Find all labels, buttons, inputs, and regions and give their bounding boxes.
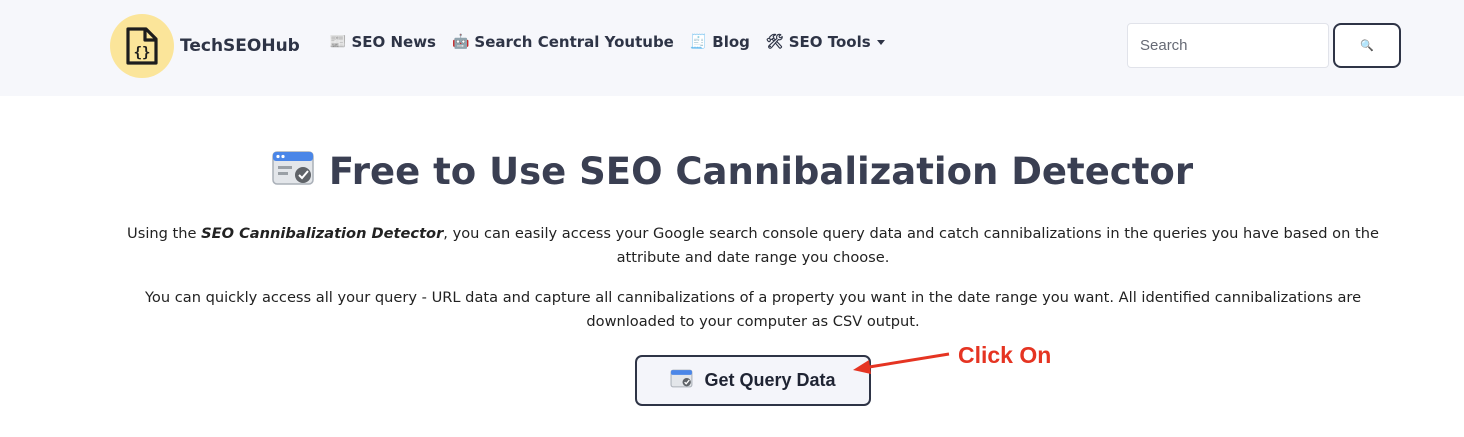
nav-item-label: Blog bbox=[712, 33, 750, 51]
cta-label: Get Query Data bbox=[704, 370, 836, 390]
brand-link[interactable]: {} TechSEOHub bbox=[110, 14, 300, 78]
page-title: Free to Use SEO Cannibalization Detector bbox=[0, 146, 1464, 197]
search-button[interactable]: 🔍 bbox=[1333, 23, 1401, 68]
chevron-down-icon bbox=[876, 39, 885, 45]
page-title-text: Free to Use SEO Cannibalization Detector bbox=[328, 150, 1194, 193]
tools-icon: 🛠 bbox=[765, 34, 784, 50]
search-icon: 🔍 bbox=[1360, 40, 1374, 52]
nav-item-blog[interactable]: 🧾 Blog bbox=[690, 33, 750, 51]
nav-item-search-central-youtube[interactable]: 🤖 Search Central Youtube bbox=[452, 33, 674, 51]
intro-suffix: , you can easily access your Google sear… bbox=[443, 225, 1379, 266]
intro-prefix: Using the bbox=[127, 225, 202, 242]
get-query-data-button[interactable]: Get Query Data bbox=[635, 355, 871, 406]
main-nav: 📰 SEO News 🤖 Search Central Youtube 🧾 Bl… bbox=[329, 33, 901, 51]
search-console-icon bbox=[670, 367, 694, 394]
newspaper-icon: 📰 bbox=[329, 34, 347, 50]
svg-text:{}: {} bbox=[134, 45, 151, 61]
nav-item-seo-tools[interactable]: 🛠 SEO Tools bbox=[766, 33, 885, 51]
robot-icon: 🤖 bbox=[451, 34, 470, 50]
intro-paragraph: Using the SEO Cannibalization Detector, … bbox=[104, 222, 1402, 270]
annotation-arrow-icon bbox=[853, 352, 950, 374]
intro-emphasis: SEO Cannibalization Detector bbox=[201, 225, 444, 242]
logo-icon: {} bbox=[110, 14, 174, 78]
description-paragraph: You can quickly access all your query - … bbox=[144, 289, 1362, 330]
navbar: {} TechSEOHub 📰 SEO News 🤖 Search Centra… bbox=[0, 0, 1464, 96]
nav-item-label: SEO Tools bbox=[788, 33, 871, 51]
search-input[interactable] bbox=[1127, 23, 1329, 68]
nav-item-label: SEO News bbox=[351, 33, 436, 51]
brand-name: TechSEOHub bbox=[180, 36, 300, 56]
search-console-icon bbox=[271, 146, 317, 197]
nav-item-label: Search Central Youtube bbox=[474, 33, 674, 51]
receipt-icon: 🧾 bbox=[689, 34, 708, 50]
annotation-label: Click On bbox=[958, 342, 1052, 368]
nav-item-seo-news[interactable]: 📰 SEO News bbox=[329, 33, 436, 51]
